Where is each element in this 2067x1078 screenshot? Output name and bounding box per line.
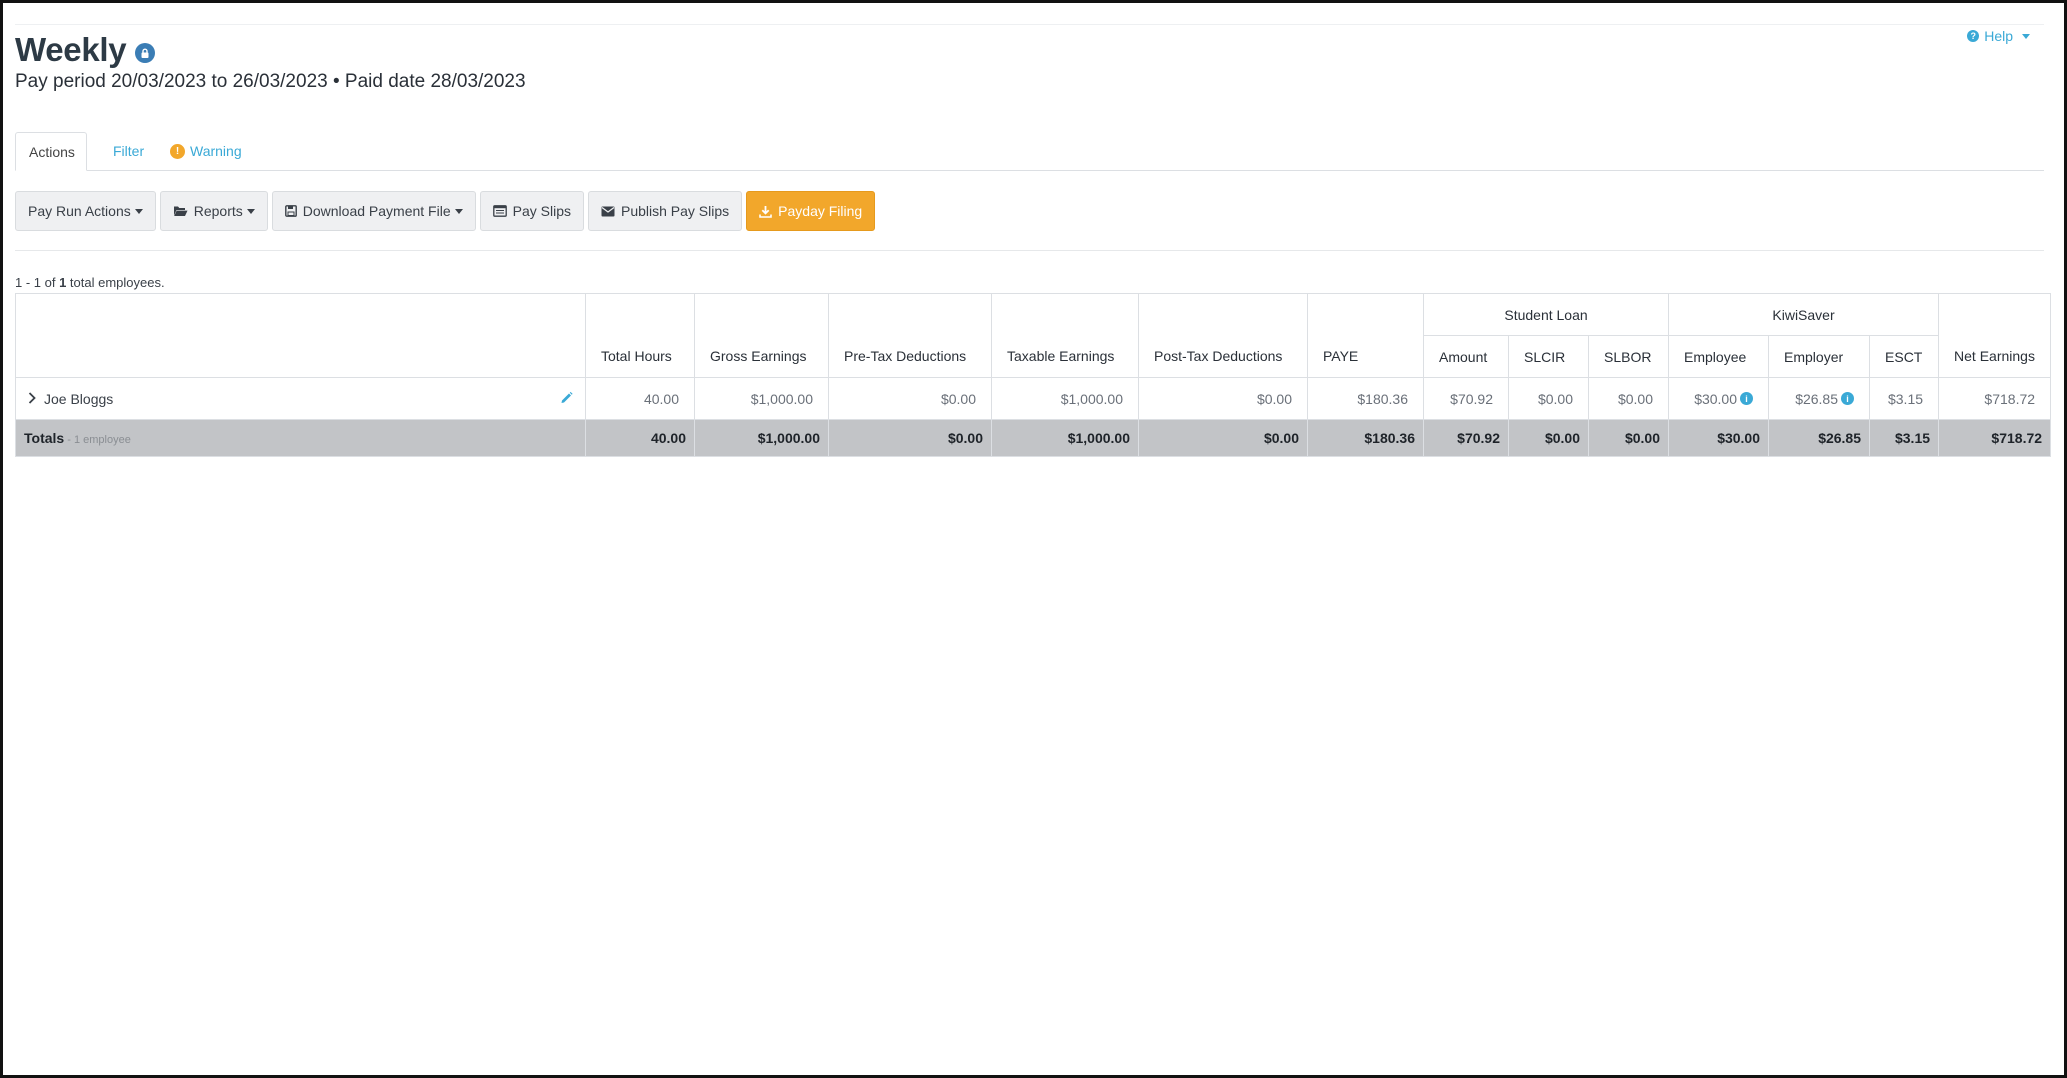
col-pre-tax-deductions: Pre-Tax Deductions — [828, 293, 992, 378]
col-net-earnings: Net Earnings — [1938, 293, 2052, 378]
pay-period-subtitle: Pay period 20/03/2023 to 26/03/2023 • Pa… — [15, 71, 526, 92]
download-payment-file-label: Download Payment File — [302, 203, 451, 219]
tab-warning[interactable]: ! Warning — [157, 132, 255, 170]
info-icon[interactable]: i — [1740, 392, 1754, 405]
action-toolbar: Pay Run Actions Reports Download Payment… — [15, 191, 876, 231]
chevron-down-icon — [454, 208, 463, 214]
col-taxable-earnings: Taxable Earnings — [991, 293, 1139, 378]
save-icon — [284, 205, 297, 217]
col-slbor: SLBOR — [1587, 335, 1670, 378]
tab-actions-label: Actions — [29, 143, 75, 160]
group-kiwisaver: KiwiSaver — [1668, 293, 1940, 336]
employee-name-cell: Joe Bloggs — [15, 377, 586, 420]
cell-employee: $30.00 i — [1668, 377, 1770, 420]
cell-net-earnings: $718.72 — [1938, 377, 2052, 420]
cell-gross-earnings: $1,000.00 — [694, 377, 829, 420]
total-net-earnings: $718.72 — [1938, 419, 2052, 457]
lock-icon — [135, 43, 156, 63]
folder-open-icon — [173, 205, 188, 217]
col-employee: Employee — [1668, 335, 1770, 378]
page-title: Weekly — [15, 31, 127, 68]
chevron-right-icon[interactable] — [28, 391, 36, 407]
employer-contribution-value: $26.85 — [1795, 390, 1839, 407]
totals-sublabel: - 1 employee — [64, 434, 131, 446]
total-amount: $70.92 — [1423, 419, 1509, 457]
total-esct: $3.15 — [1869, 419, 1940, 457]
tab-filter-label: Filter — [113, 143, 145, 159]
publish-pay-slips-label: Publish Pay Slips — [620, 203, 730, 219]
totals-row: Totals - 1 employee 40.00 $1,000.00 $0.0… — [15, 419, 2052, 457]
question-icon: ? — [1967, 30, 1980, 42]
payday-filing-label: Payday Filing — [778, 203, 863, 219]
totals-label-cell: Totals - 1 employee — [15, 419, 586, 457]
cell-slbor: $0.00 — [1587, 377, 1670, 420]
cell-esct: $3.15 — [1869, 377, 1940, 420]
warning-icon: ! — [170, 143, 185, 159]
info-icon[interactable]: i — [1841, 392, 1855, 405]
tab-filter[interactable]: Filter — [100, 132, 157, 170]
reports-label: Reports — [193, 203, 243, 219]
chevron-down-icon — [2022, 33, 2030, 39]
total-pre-tax-deductions: $0.00 — [828, 419, 992, 457]
totals-label: Totals — [24, 430, 65, 446]
toolbar-divider — [15, 250, 2044, 251]
col-slcir: SLCIR — [1508, 335, 1589, 378]
cell-total-hours: 40.00 — [585, 377, 695, 420]
col-post-tax-deductions: Post-Tax Deductions — [1138, 293, 1308, 378]
top-divider — [15, 24, 2044, 25]
col-amount: Amount — [1423, 335, 1509, 378]
download-payment-file-button[interactable]: Download Payment File — [271, 191, 476, 231]
total-post-tax-deductions: $0.00 — [1138, 419, 1308, 457]
pay-run-actions-label: Pay Run Actions — [28, 203, 131, 219]
table-row[interactable]: Joe Bloggs 40.00 $1,000.00 $0.00 $1,000.… — [15, 377, 2052, 420]
pencil-icon[interactable] — [560, 391, 573, 407]
pay-slips-button[interactable]: Pay Slips — [479, 191, 584, 231]
cell-paye: $180.36 — [1307, 377, 1424, 420]
total-slcir: $0.00 — [1508, 419, 1589, 457]
app-window: Weekly Pay period 20/03/2023 to 26/03/20… — [0, 0, 2067, 1078]
employee-name[interactable]: Joe Bloggs — [44, 391, 113, 407]
pay-run-actions-button[interactable]: Pay Run Actions — [15, 191, 156, 231]
page-header: Weekly — [15, 31, 156, 69]
tab-bar: Actions Filter ! Warning — [15, 132, 2044, 171]
total-total-hours: 40.00 — [585, 419, 695, 457]
name-column-header — [15, 293, 586, 378]
chevron-down-icon — [246, 208, 255, 214]
group-student-loan: Student Loan — [1422, 293, 1670, 336]
col-employer: Employer — [1768, 335, 1871, 378]
col-paye: PAYE — [1307, 293, 1424, 378]
total-slbor: $0.00 — [1587, 419, 1670, 457]
tab-warning-label: Warning — [190, 143, 242, 159]
chevron-down-icon — [134, 208, 143, 214]
payday-filing-button[interactable]: Payday Filing — [746, 191, 876, 231]
total-gross-earnings: $1,000.00 — [694, 419, 829, 457]
cell-post-tax-deductions: $0.00 — [1138, 377, 1308, 420]
total-employer: $26.85 — [1768, 419, 1871, 457]
cell-amount: $70.92 — [1423, 377, 1509, 420]
col-gross-earnings: Gross Earnings — [694, 293, 829, 378]
col-esct: ESCT — [1869, 335, 1940, 378]
download-icon — [759, 205, 772, 218]
reports-button[interactable]: Reports — [159, 191, 268, 231]
total-paye: $180.36 — [1307, 419, 1424, 457]
help-menu[interactable]: ? Help — [1967, 28, 2030, 44]
publish-pay-slips-button[interactable]: Publish Pay Slips — [587, 191, 743, 231]
count-prefix: 1 - 1 of — [15, 275, 60, 290]
employee-count: 1 - 1 of 1 total employees. — [15, 275, 165, 290]
cell-pre-tax-deductions: $0.00 — [828, 377, 992, 420]
cell-employer: $26.85 i — [1768, 377, 1871, 420]
col-total-hours: Total Hours — [585, 293, 695, 378]
tab-actions[interactable]: Actions — [15, 132, 87, 171]
total-employee: $30.00 — [1668, 419, 1770, 457]
envelope-icon — [601, 206, 615, 217]
help-label: Help — [1984, 28, 2013, 44]
list-alt-icon — [492, 205, 507, 217]
employee-contribution-value: $30.00 — [1694, 390, 1738, 407]
pay-run-table: Total Hours Gross Earnings Pre-Tax Deduc… — [15, 293, 2052, 457]
cell-slcir: $0.00 — [1508, 377, 1589, 420]
pay-slips-label: Pay Slips — [512, 203, 571, 219]
cell-taxable-earnings: $1,000.00 — [991, 377, 1139, 420]
count-suffix: total employees. — [66, 275, 165, 290]
total-taxable-earnings: $1,000.00 — [991, 419, 1139, 457]
